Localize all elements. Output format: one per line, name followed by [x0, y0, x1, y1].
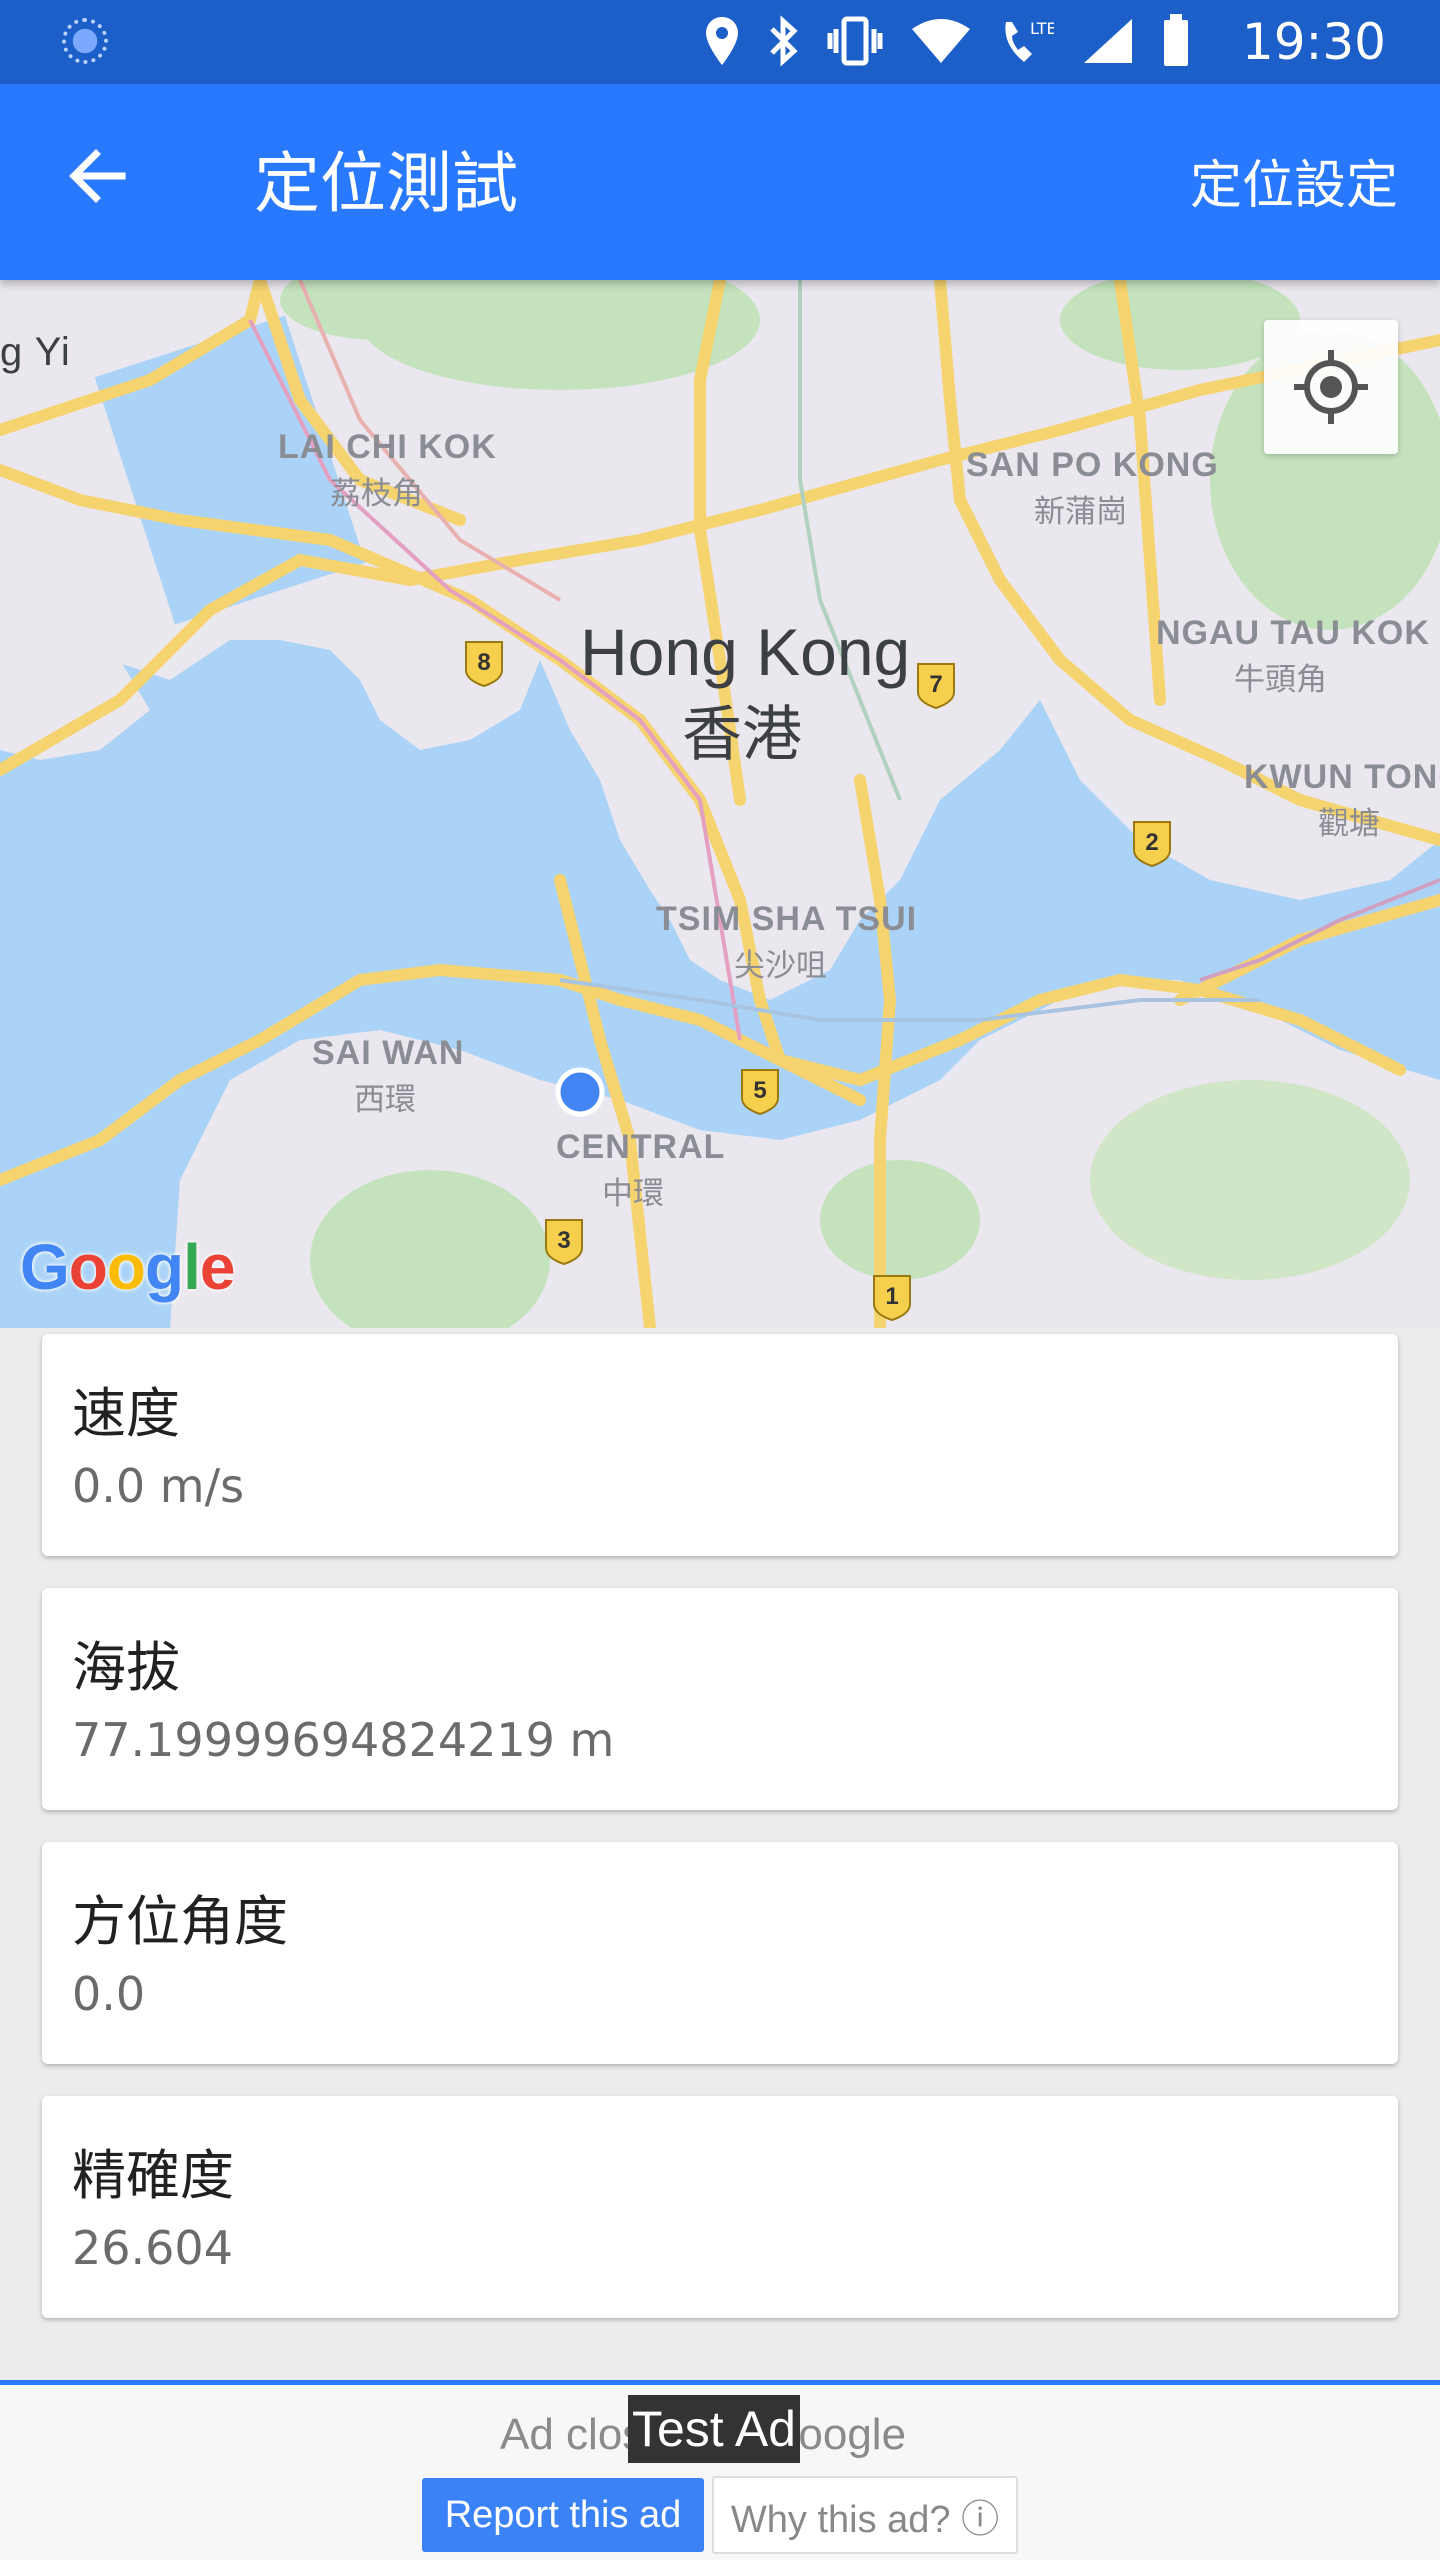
location-settings-button[interactable]: 定位設定 [1190, 150, 1398, 222]
map-city-label-zh: 香港 [682, 700, 802, 770]
google-logo: Google [20, 1231, 235, 1303]
card-label: 速度 [72, 1382, 180, 1445]
back-button[interactable] [62, 140, 134, 212]
svg-text:1: 1 [885, 1283, 898, 1310]
map-label-san-po-kong: SAN PO KONG [966, 446, 1219, 484]
card-label: 精確度 [72, 2144, 234, 2207]
map-label-kwun-tong: KWUN TONG [1244, 758, 1440, 796]
crosshair-icon [1294, 350, 1368, 424]
altitude-card: 海拔 77.19999694824219 m [42, 1588, 1398, 1810]
map-label-kwun-tong-zh: 觀塘 [1318, 806, 1380, 842]
card-value: 77.19999694824219 m [72, 1713, 615, 1767]
arrow-left-icon [69, 149, 126, 203]
my-location-button[interactable] [1264, 320, 1398, 454]
card-value: 0.0 m/s [72, 1459, 245, 1513]
lte-call-icon: LTE [998, 14, 1057, 80]
map-label-sai-wan-zh: 西環 [354, 1082, 416, 1118]
speed-card: 速度 0.0 m/s [42, 1334, 1398, 1556]
vibrate-icon [826, 15, 884, 79]
map-label-tsim-sha-tsui-zh: 尖沙咀 [734, 948, 827, 984]
svg-text:2: 2 [1145, 829, 1158, 856]
card-value: 0.0 [72, 1967, 146, 2021]
svg-text:LTE: LTE [1030, 19, 1054, 38]
map-label-tsim-sha-tsui: TSIM SHA TSUI [656, 900, 918, 938]
svg-text:5: 5 [753, 1077, 766, 1104]
map-city-label: Hong Kong [580, 615, 911, 689]
bluetooth-icon [766, 15, 800, 79]
svg-text:7: 7 [929, 671, 942, 698]
card-label: 方位角度 [72, 1890, 288, 1953]
page-title: 定位測試 [254, 145, 518, 222]
map-label-san-po-kong-zh: 新蒲崗 [1034, 494, 1127, 530]
card-label: 海拔 [72, 1636, 180, 1699]
location-icon [704, 15, 740, 79]
map-label-partial: g Yi [0, 330, 71, 374]
app-bar: 定位測試 定位設定 [0, 84, 1440, 280]
map-label-sai-wan: SAI WAN [312, 1034, 465, 1072]
wifi-icon [910, 17, 972, 77]
map-label-lai-chi-kok: LAI CHI KOK [278, 428, 497, 466]
report-ad-button[interactable]: Report this ad [422, 2478, 704, 2552]
map-label-central-zh: 中環 [602, 1176, 664, 1212]
sync-icon [62, 18, 108, 64]
status-bar: LTE 19:30 [0, 0, 1440, 84]
map-view[interactable]: 8 7 2 5 3 1 1 g Yi LAI CHI KOK 荔枝角 SAN P… [0, 280, 1440, 1328]
status-icons: LTE [704, 14, 1190, 80]
map-label-central: CENTRAL [556, 1128, 726, 1166]
svg-text:3: 3 [557, 1227, 570, 1254]
map-canvas: 8 7 2 5 3 1 1 [0, 280, 1440, 1328]
battery-icon [1162, 14, 1190, 80]
map-label-ngau-tau-kok: NGAU TAU KOK [1156, 614, 1430, 652]
map-label-ngau-tau-kok-zh: 牛頭角 [1234, 662, 1327, 698]
test-ad-badge: Test Ad [628, 2395, 800, 2463]
map-label-lai-chi-kok-zh: 荔枝角 [330, 476, 423, 512]
accuracy-card: 精確度 26.604 [42, 2096, 1398, 2318]
signal-icon [1080, 15, 1136, 79]
ad-banner[interactable]: Ad closed by Google Test Ad Report this … [0, 2380, 1440, 2560]
why-this-ad-button[interactable]: Why this ad? ⓘ [712, 2476, 1018, 2554]
svg-text:8: 8 [477, 649, 490, 676]
card-value: 26.604 [72, 2221, 233, 2275]
clock: 19:30 [1241, 13, 1386, 71]
bearing-card: 方位角度 0.0 [42, 1842, 1398, 2064]
